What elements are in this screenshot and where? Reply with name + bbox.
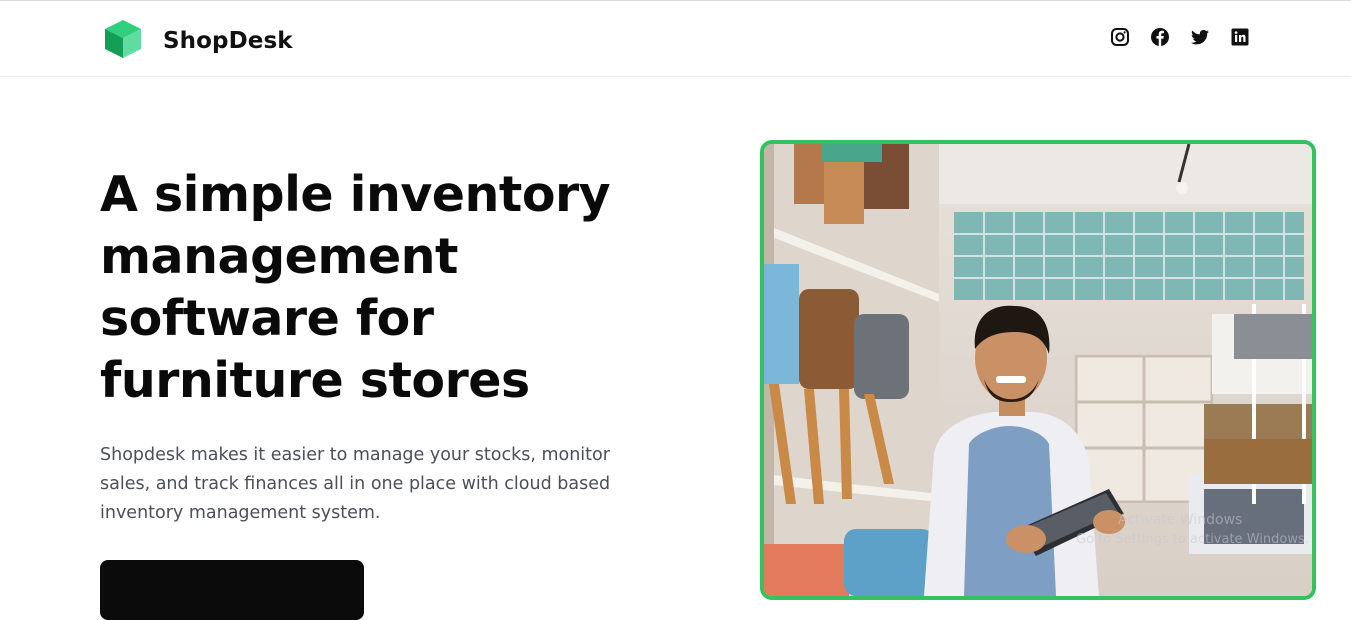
brand-name: ShopDesk: [163, 28, 293, 54]
description-line: sales, and track finances all in one pla…: [100, 474, 611, 494]
twitter-icon[interactable]: [1189, 26, 1211, 48]
headline-line: management: [100, 228, 458, 285]
social-links: [1109, 26, 1251, 48]
facebook-icon[interactable]: [1149, 26, 1171, 48]
headline-line: software for: [100, 290, 434, 347]
cube-logo-icon: [102, 18, 144, 64]
headline-line: A simple inventory: [100, 166, 611, 223]
brand[interactable]: ShopDesk: [102, 18, 293, 64]
watermark-line: Go to Settings to activate Windows.: [1076, 532, 1309, 547]
watermark-line: Activate Windows: [1118, 512, 1243, 528]
headline-line: furniture stores: [100, 352, 530, 409]
get-started-button[interactable]: [100, 560, 364, 620]
top-navbar: ShopDesk: [0, 1, 1351, 77]
description-line: Shopdesk makes it easier to manage your …: [100, 445, 610, 465]
linkedin-icon[interactable]: [1229, 26, 1251, 48]
hero-headline: A simple inventory management software f…: [100, 164, 660, 412]
instagram-icon[interactable]: [1109, 26, 1131, 48]
hero-description: Shopdesk makes it easier to manage your …: [100, 441, 660, 528]
description-line: inventory management system.: [100, 503, 381, 523]
os-activation-watermark: Activate Windows Go to Settings to activ…: [1076, 510, 1309, 550]
